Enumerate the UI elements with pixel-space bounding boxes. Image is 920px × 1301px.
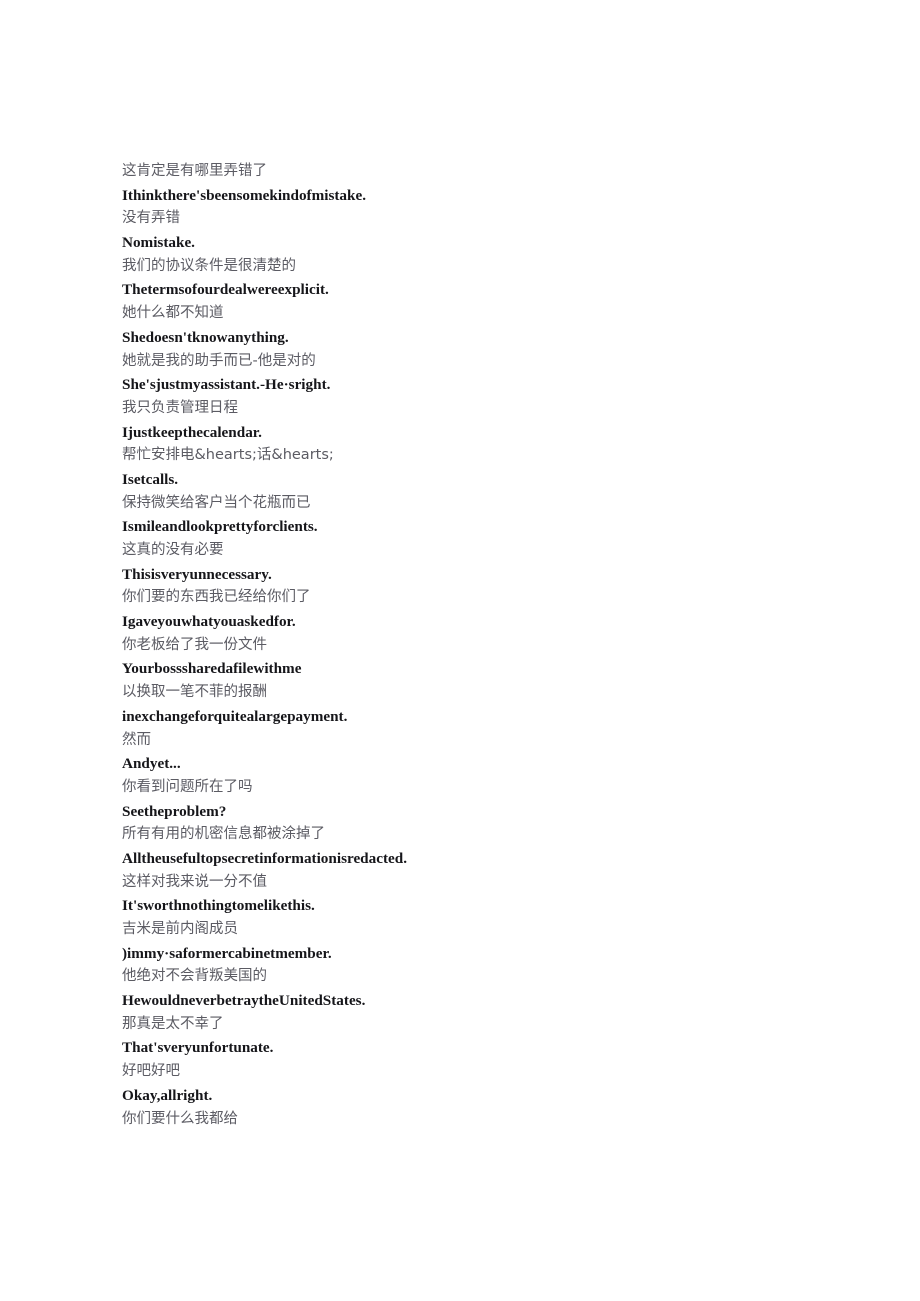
subtitle-line-zh: 你们要什么我都给 [122,1110,238,1127]
subtitle-line-en: Thisisveryunnecessary. [122,565,272,583]
subtitle-line-zh: 你们要的东西我已经给你们了 [122,589,311,606]
subtitle-line-en: Shedoesn'tknowanything. [122,328,289,346]
subtitle-line-en: HewouldneverbetraytheUnitedStates. [122,992,366,1010]
subtitle-line-en: It'sworthnothingtomelikethis. [122,897,315,915]
subtitle-line-zh: 她什么都不知道 [122,305,224,322]
subtitle-line-zh: 那真是太不幸了 [122,1015,224,1032]
subtitle-line-zh: 这真的没有必要 [122,542,224,558]
subtitle-line-zh: 然而 [122,731,151,748]
subtitle-line-zh: 帮忙安排电&hearts;话&hearts; [122,447,334,464]
subtitle-line-zh: 以换取一笔不菲的报酬 [122,684,267,701]
subtitle-line-en: inexchangeforquitealargepayment. [122,707,348,725]
subtitle-line-zh: 所有有用的机密信息都被涂掉了 [122,826,325,843]
subtitle-line-zh: 这样对我来说一分不值 [122,873,267,890]
subtitle-line-en: Ithinkthere'sbeensomekindofmistake. [122,186,367,204]
subtitle-line-en: Yourbosssharedafilewithme [122,660,302,678]
subtitle-line-zh: 她就是我的助手而已-他是对的 [122,352,316,369]
subtitle-line-en: She'sjustmyassistant.-He·sright. [122,376,331,394]
subtitle-line-en: )immy·saformercabinetmember. [122,944,332,962]
subtitle-line-en: Andyet... [122,755,181,773]
subtitle-line-zh: 这肯定是有哪里弄错了 [122,163,267,179]
subtitle-line-zh: 好吧好吧 [122,1063,180,1080]
subtitle-line-zh: 你看到问题所在了吗 [122,778,253,795]
subtitle-line-zh: 我只负责管理日程 [122,399,238,416]
subtitle-line-en: Isetcalls. [122,470,179,488]
subtitle-line-zh: 他绝对不会背叛美国的 [122,968,267,985]
subtitle-line-en: Nomistake. [122,234,195,252]
subtitle-line-en: Thetermsofourdealwereexplicit. [122,281,329,299]
subtitle-line-en: Alltheusefultopsecretinformationisredact… [122,849,408,867]
document-page: 这肯定是有哪里弄错了 Ithinkthere'sbeensomekindofmis… [0,0,920,1301]
subtitle-line-en: Okay,allright. [122,1086,213,1104]
subtitle-transcript: 这肯定是有哪里弄错了 Ithinkthere'sbeensomekindofmis… [122,160,822,1131]
subtitle-line-zh: 我们的协议条件是很清楚的 [122,257,296,274]
subtitle-line-zh: 你老板给了我一份文件 [122,636,267,653]
subtitle-line-zh: 保持微笑给客户当个花瓶而已 [122,494,311,511]
subtitle-line-en: Seetheproblem? [122,802,227,820]
subtitle-line-zh: 没有弄错 [122,210,180,227]
subtitle-line-en: Ijustkeepthecalendar. [122,423,262,441]
subtitle-line-en: Igaveyouwhatyouaskedfor. [122,613,296,631]
subtitle-line-en: That'sveryunfortunate. [122,1039,274,1057]
subtitle-line-en: Ismileandlookprettyforclients. [122,518,318,536]
subtitle-line-zh: 吉米是前内阁成员 [122,921,238,937]
